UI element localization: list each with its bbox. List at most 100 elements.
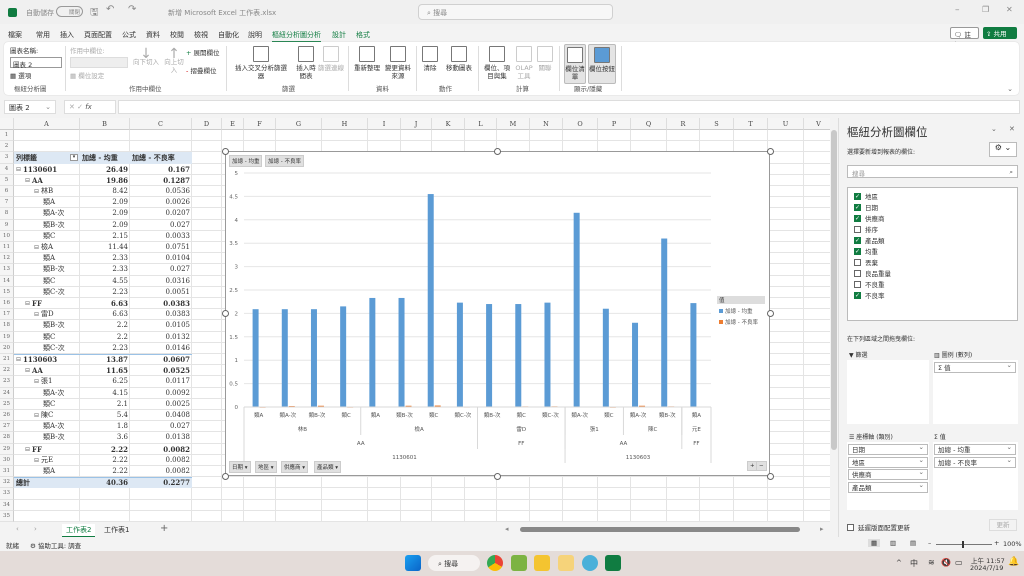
vertical-scrollbar[interactable]	[830, 118, 838, 522]
formula-buttons[interactable]: ✕ ✓ fx	[64, 100, 116, 114]
field-checkbox-item[interactable]: 排序	[854, 224, 878, 234]
active-field-input[interactable]	[70, 57, 128, 68]
tab-2[interactable]: 插入	[60, 30, 74, 40]
insert-timeline-button[interactable]: 插入時間表	[296, 46, 316, 80]
pivot-row-label[interactable]: 雷D	[41, 309, 54, 320]
chart-axis-field-button[interactable]: 產品類 ▾	[314, 461, 342, 473]
resize-handle[interactable]	[222, 148, 229, 155]
collapse-ribbon-icon[interactable]: ⌄	[1007, 85, 1013, 93]
collapse-toggle-icon[interactable]: ⊟	[25, 298, 30, 309]
column-header[interactable]: E	[222, 118, 244, 130]
row-header[interactable]: 4	[0, 163, 14, 175]
row-labels-filter-button[interactable]: ▾	[70, 154, 78, 162]
snipping-app-icon[interactable]	[558, 555, 574, 571]
row-header[interactable]: 26	[0, 410, 14, 422]
field-checkbox-item[interactable]: 不良重	[854, 279, 885, 289]
redo-icon[interactable]: ↷	[128, 4, 136, 15]
pivot-row-label[interactable]: 陳C	[41, 410, 53, 421]
column-header[interactable]: O	[563, 118, 598, 130]
bar-weight[interactable]	[252, 309, 259, 407]
tab-11[interactable]: 設計	[332, 30, 346, 40]
column-header[interactable]: N	[530, 118, 563, 130]
tab-6[interactable]: 校閱	[170, 30, 184, 40]
chart-name-input[interactable]: 圖表 2	[10, 57, 62, 69]
chart-axis-field-button[interactable]: 供應商 ▾	[281, 461, 309, 473]
row-header[interactable]: 3	[0, 152, 14, 164]
minimize-button[interactable]: –	[955, 5, 960, 15]
resize-handle[interactable]	[767, 473, 774, 480]
pivot-row-label[interactable]: 類C	[43, 399, 55, 410]
tab-8[interactable]: 自動化	[218, 30, 239, 40]
field-search-input[interactable]: 搜尋 ⌕	[847, 165, 1018, 178]
column-header[interactable]: F	[244, 118, 276, 130]
sheet-tab[interactable]: 工作表1	[104, 525, 129, 535]
row-header[interactable]: 21	[0, 354, 14, 366]
field-checkbox-item[interactable]: ✓ 地區	[854, 191, 878, 201]
pivot-row-label[interactable]: AA	[32, 175, 43, 186]
field-buttons-button[interactable]: 欄位按鈕	[588, 44, 616, 84]
checkbox-unchecked-icon[interactable]	[854, 269, 861, 277]
row-header[interactable]: 14	[0, 275, 14, 287]
row-header[interactable]: 12	[0, 253, 14, 265]
close-button[interactable]: ✕	[1006, 5, 1013, 14]
row-header[interactable]: 5	[0, 174, 14, 186]
row-header[interactable]: 10	[0, 230, 14, 242]
row-header[interactable]: 11	[0, 242, 14, 254]
bar-weight[interactable]	[398, 297, 405, 407]
battery-icon[interactable]: ▭	[955, 558, 963, 567]
pivot-row-label[interactable]: 類B-次	[43, 320, 65, 331]
column-header[interactable]: A	[14, 118, 80, 130]
row-header[interactable]: 6	[0, 186, 14, 198]
add-sheet-button[interactable]: +	[160, 523, 168, 534]
resize-handle[interactable]	[222, 473, 229, 480]
clock-date[interactable]: 2024/7/19	[970, 564, 1003, 572]
row-header[interactable]: 7	[0, 197, 14, 209]
zoom-in-button[interactable]: +	[994, 539, 999, 547]
scroll-left-icon[interactable]: ◂	[505, 525, 509, 533]
pivot-row-label[interactable]: 類C-次	[43, 343, 65, 354]
resize-handle[interactable]	[767, 310, 774, 317]
field-checkbox-item[interactable]: ✓ 供應商	[854, 213, 885, 223]
refresh-button[interactable]: 重新整理	[354, 46, 380, 72]
collapse-toggle-icon[interactable]: ⊟	[16, 164, 21, 175]
page-break-icon[interactable]: ▤	[910, 539, 916, 547]
checkbox-unchecked-icon[interactable]	[854, 225, 861, 233]
bar-weight[interactable]	[515, 304, 522, 407]
row-header[interactable]: 18	[0, 320, 14, 332]
pivot-row-label[interactable]: 類A	[43, 197, 55, 208]
tab-7[interactable]: 檢視	[194, 30, 208, 40]
page-layout-icon[interactable]: ▥	[890, 539, 896, 547]
chart-value-field-button[interactable]: 加總 - 不良率	[265, 155, 304, 167]
update-button[interactable]: 更新	[989, 519, 1017, 531]
row-header[interactable]: 13	[0, 264, 14, 276]
row-header[interactable]: 1	[0, 130, 14, 142]
bar-weight[interactable]	[310, 309, 317, 407]
relationships-button[interactable]: 關聯	[536, 46, 554, 72]
column-header[interactable]: H	[322, 118, 368, 130]
pivot-row-label[interactable]: FF	[32, 444, 42, 455]
ime-indicator[interactable]: 中	[910, 558, 918, 569]
taskbar-search[interactable]: ⌕ 搜尋	[428, 555, 480, 571]
column-header[interactable]: L	[465, 118, 497, 130]
pivot-row-label[interactable]: 類C	[43, 231, 55, 242]
collapse-field-button[interactable]: - 摺疊欄位	[186, 67, 216, 75]
pivot-row-label[interactable]: 類A	[43, 253, 55, 264]
collapse-toggle-icon[interactable]: ⊟	[34, 242, 39, 253]
zoom-out-button[interactable]: –	[928, 539, 931, 547]
wifi-icon[interactable]: ≋	[928, 558, 935, 567]
column-header[interactable]: M	[497, 118, 530, 130]
column-header[interactable]: R	[667, 118, 700, 130]
axis-field-pill[interactable]: 產品類	[848, 481, 928, 493]
collapse-toggle-icon[interactable]: ⊟	[25, 444, 30, 455]
insert-slicer-button[interactable]: 插入交叉分析篩選器	[232, 46, 290, 80]
zoom-level[interactable]: 100%	[1003, 540, 1022, 548]
pivot-row-label[interactable]: 元E	[41, 455, 53, 466]
row-header[interactable]: 16	[0, 298, 14, 310]
resize-handle[interactable]	[494, 473, 501, 480]
olap-tools-button[interactable]: OLAP 工具	[514, 46, 534, 80]
pivot-row-label[interactable]: 類B-次	[43, 264, 65, 275]
pivot-row-label[interactable]: 類A-次	[43, 421, 64, 432]
bar-weight[interactable]	[661, 238, 668, 407]
paint-app-icon[interactable]	[582, 555, 598, 571]
row-header[interactable]: 30	[0, 454, 14, 466]
